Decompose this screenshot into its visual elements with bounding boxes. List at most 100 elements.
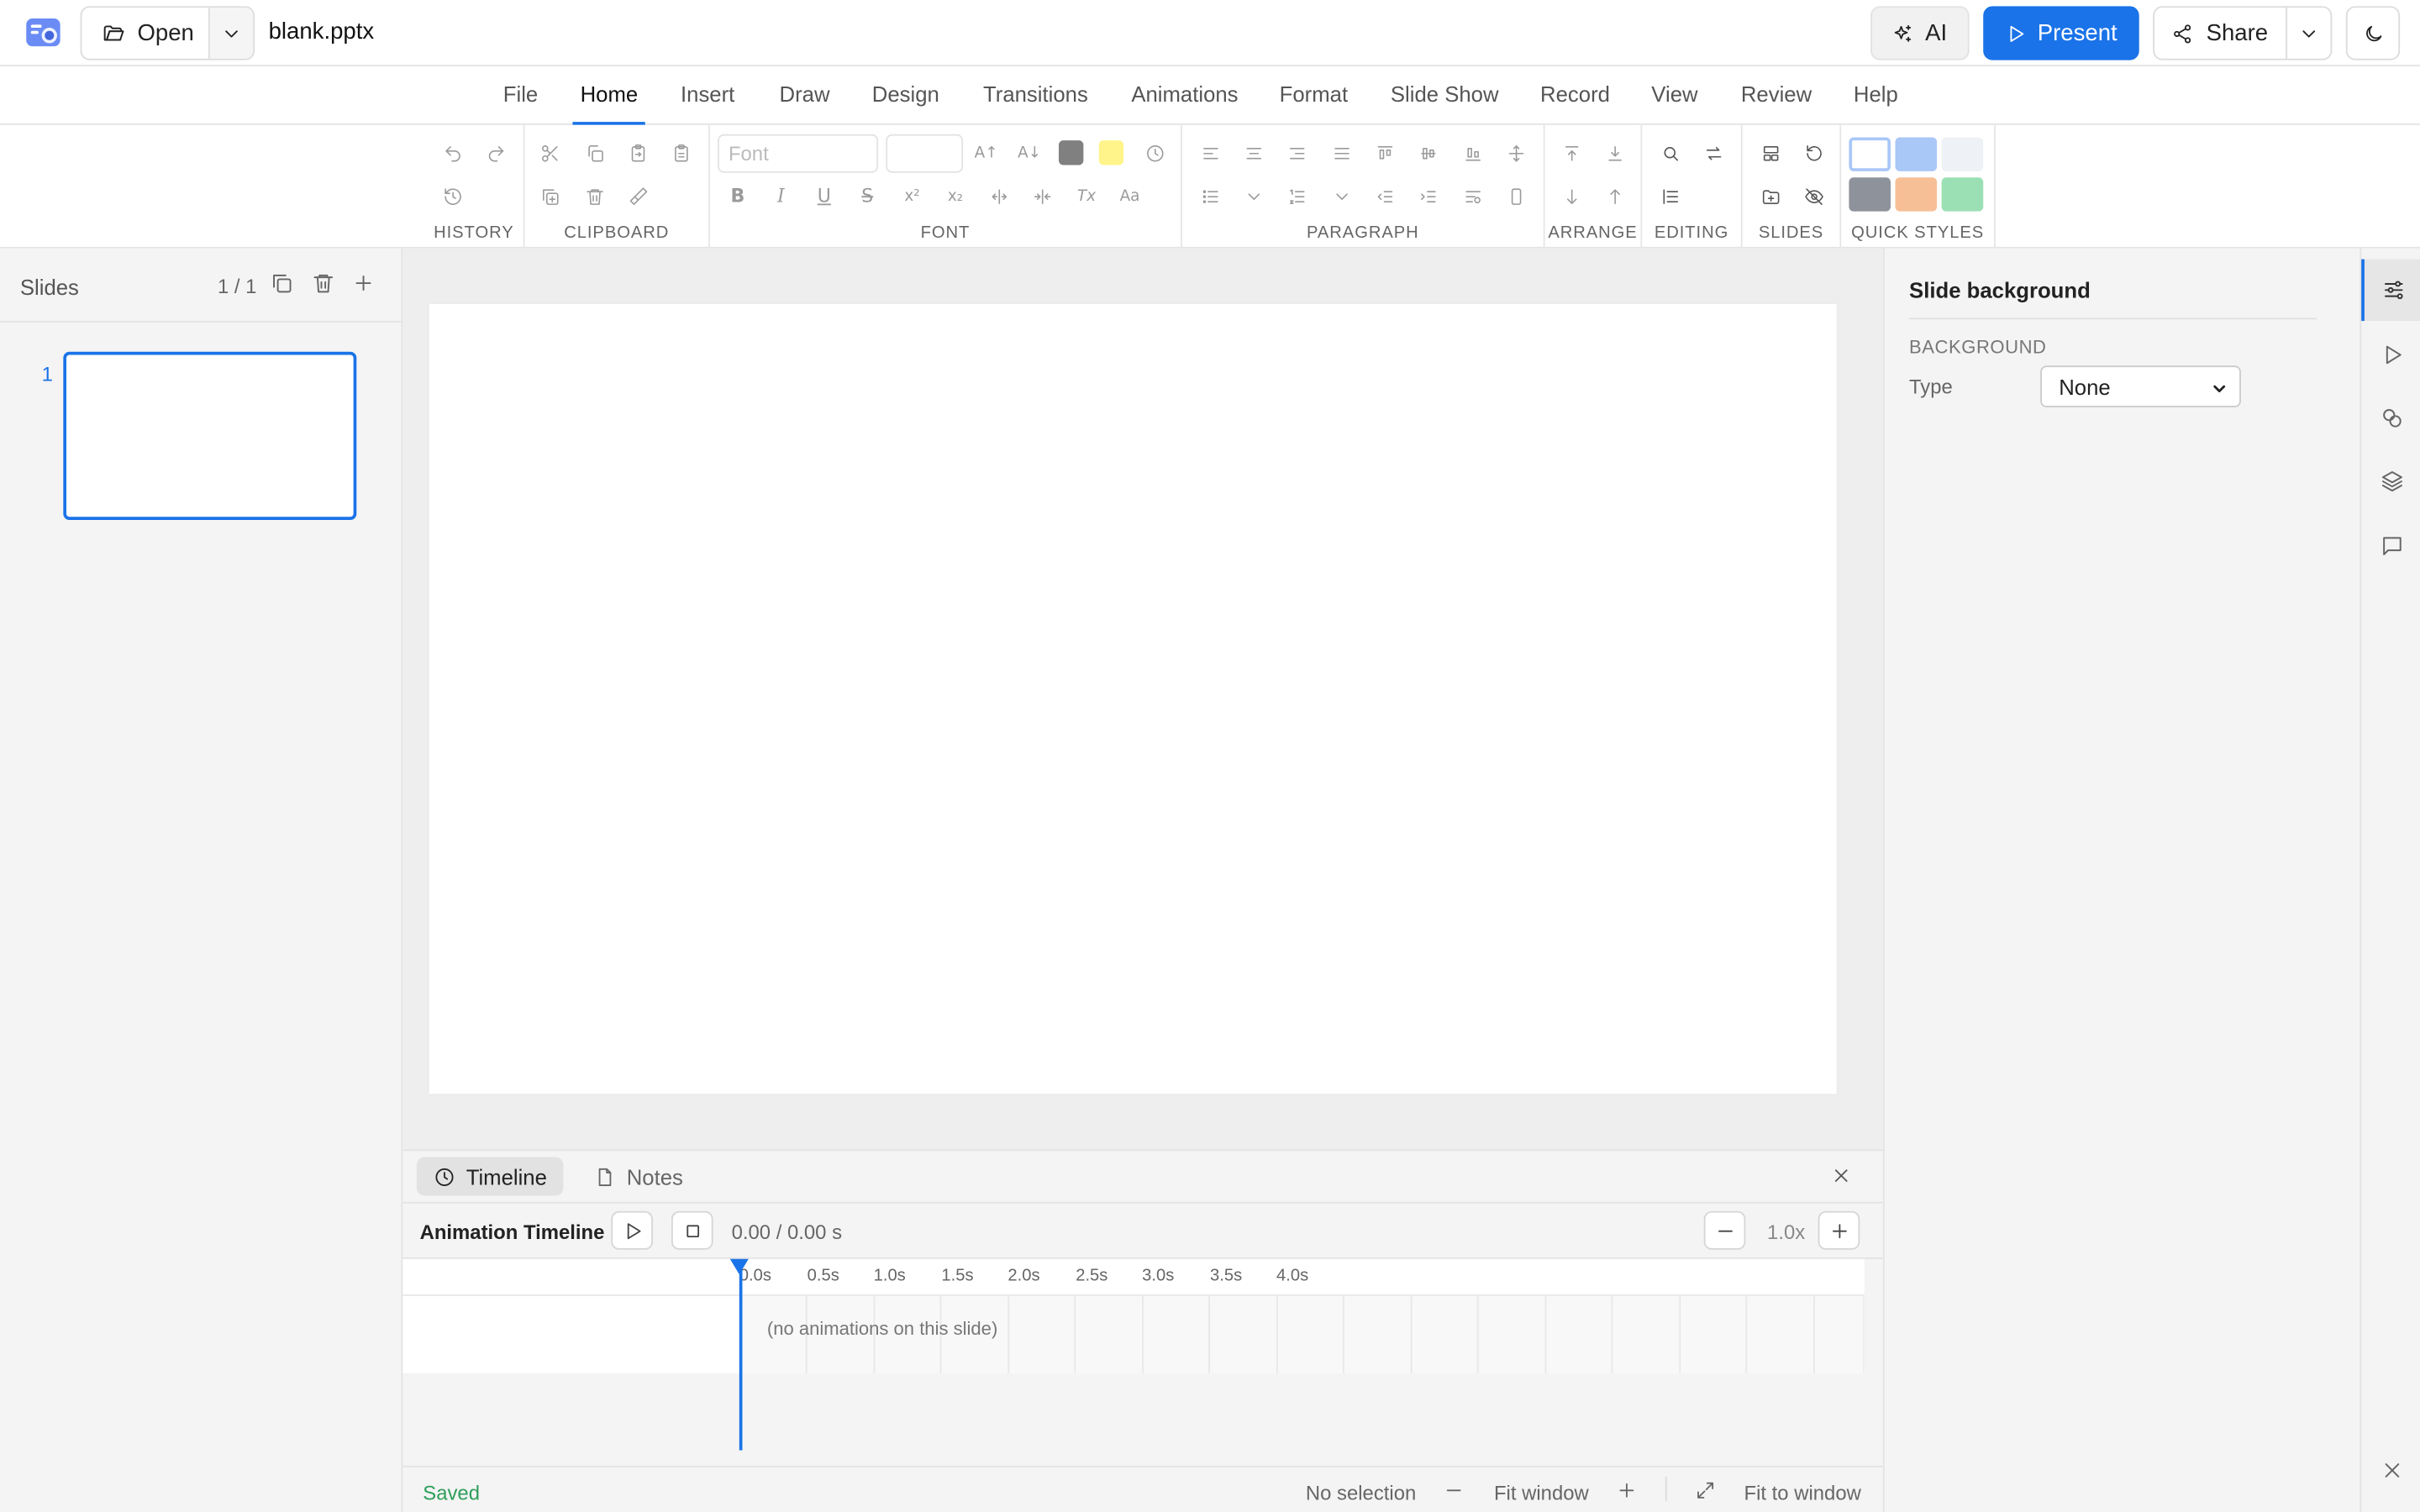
bullet-options-chevron-icon[interactable] [1238,181,1269,212]
copy-icon[interactable] [579,137,610,168]
playhead[interactable] [739,1262,743,1451]
fit-window-button[interactable]: Fit window [1494,1481,1589,1504]
tab-design[interactable]: Design [872,81,939,106]
clear-formatting-icon[interactable]: Tx [1071,181,1102,212]
tab-notes[interactable]: Notes [577,1158,700,1196]
increase-indent-icon[interactable] [1413,181,1444,212]
send-to-back-icon[interactable] [1599,137,1630,168]
italic-icon[interactable]: I [765,181,797,212]
timeline-track[interactable]: (no animations on this slide) [402,1295,1865,1373]
duplicate-icon[interactable] [534,181,566,212]
tab-home[interactable]: Home [572,81,647,125]
align-center-icon[interactable] [1238,137,1269,168]
bring-forward-icon[interactable] [1599,181,1630,212]
tab-format[interactable]: Format [1280,81,1348,106]
paste-special-icon[interactable] [666,137,697,168]
quick-style-5[interactable] [1895,177,1938,212]
animations-tab-button[interactable] [2361,324,2420,386]
tab-file[interactable]: File [503,81,538,106]
decrease-font-size-icon[interactable]: A↓ [1014,137,1045,168]
zoom-in-timeline-button[interactable] [1818,1210,1860,1250]
superscript-icon[interactable]: x² [897,181,928,212]
cut-icon[interactable] [534,137,566,168]
condense-spacing-icon[interactable] [1026,181,1057,212]
distribute-icon[interactable] [1500,137,1531,168]
font-color-swatch[interactable] [1059,140,1084,165]
zoom-out-timeline-button[interactable] [1703,1210,1746,1250]
layout-icon[interactable] [1754,137,1786,168]
paste-icon[interactable] [622,137,653,168]
fit-to-window-button[interactable]: Fit to window [1744,1481,1861,1504]
quick-style-1[interactable] [1849,137,1891,171]
align-left-icon[interactable] [1195,137,1226,168]
slide-canvas[interactable] [429,303,1837,1095]
highlight-color-swatch[interactable] [1098,140,1124,165]
hide-slide-icon[interactable] [1798,181,1829,212]
bring-to-front-icon[interactable] [1555,137,1586,168]
undo-icon[interactable] [437,137,468,168]
tab-draw[interactable]: Draw [780,81,830,106]
font-size-input[interactable] [886,134,964,173]
bullet-list-icon[interactable] [1195,181,1226,212]
tab-record[interactable]: Record [1540,81,1610,106]
find-icon[interactable] [1655,137,1686,168]
numbering-options-chevron-icon[interactable] [1326,181,1357,212]
ai-button[interactable]: AI [1870,6,1970,60]
properties-tab-button[interactable] [2361,259,2420,322]
zoom-in-icon[interactable] [1616,1479,1638,1501]
delete-icon[interactable] [579,181,610,212]
tab-animations[interactable]: Animations [1131,81,1238,106]
tab-transitions[interactable]: Transitions [983,81,1088,106]
increase-font-size-icon[interactable]: A↑ [971,137,1002,168]
select-icon[interactable] [1655,181,1686,212]
quick-style-3[interactable] [1941,137,1984,171]
layers-tab-button[interactable] [2361,450,2420,512]
text-box-icon[interactable] [1500,181,1531,212]
bold-icon[interactable]: B [723,181,754,212]
expand-spacing-icon[interactable] [983,181,1014,212]
replace-icon[interactable] [1697,137,1728,168]
delete-slide-icon[interactable] [312,271,335,295]
background-type-select[interactable]: None [2040,365,2241,407]
tab-review[interactable]: Review [1741,81,1812,106]
slide-thumbnail[interactable] [63,351,357,520]
tab-insert[interactable]: Insert [681,81,734,106]
dark-mode-toggle[interactable] [2345,6,2401,60]
change-case-icon[interactable]: Aa [1114,181,1145,212]
close-panel-icon[interactable] [1830,1165,1852,1187]
tab-timeline[interactable]: Timeline [416,1157,565,1196]
expand-icon[interactable] [1695,1479,1717,1501]
reset-slide-icon[interactable] [1798,137,1829,168]
numbered-list-icon[interactable] [1281,181,1312,212]
font-family-input[interactable]: Font [718,134,879,173]
align-middle-icon[interactable] [1413,137,1444,168]
comments-tab-button[interactable] [2361,515,2420,576]
close-sidebar-button[interactable] [2361,1440,2420,1501]
align-top-icon[interactable] [1369,137,1400,168]
share-dropdown-button[interactable] [2287,8,2330,59]
underline-icon[interactable]: U [808,181,839,212]
zoom-out-icon[interactable] [1443,1479,1465,1501]
line-spacing-icon[interactable] [1457,181,1488,212]
redo-icon[interactable] [480,137,511,168]
send-backward-icon[interactable] [1555,181,1586,212]
decrease-indent-icon[interactable] [1369,181,1400,212]
duplicate-slide-icon[interactable] [270,271,293,295]
justify-icon[interactable] [1326,137,1357,168]
share-button[interactable]: Share [2154,8,2288,59]
clear-highlight-icon[interactable] [1139,137,1171,168]
align-right-icon[interactable] [1281,137,1312,168]
quick-style-6[interactable] [1941,177,1984,212]
app-logo[interactable] [24,15,61,49]
quick-style-4[interactable] [1849,177,1891,212]
section-icon[interactable] [1754,181,1786,212]
strikethrough-icon[interactable]: S [852,181,883,212]
align-bottom-icon[interactable] [1457,137,1488,168]
subscript-icon[interactable]: x₂ [940,181,971,212]
history-icon[interactable] [437,181,468,212]
open-dropdown-button[interactable] [209,8,254,59]
quick-style-2[interactable] [1895,137,1938,171]
tab-slide-show[interactable]: Slide Show [1391,81,1499,106]
add-slide-icon[interactable] [352,271,376,295]
tab-view[interactable]: View [1651,81,1697,106]
